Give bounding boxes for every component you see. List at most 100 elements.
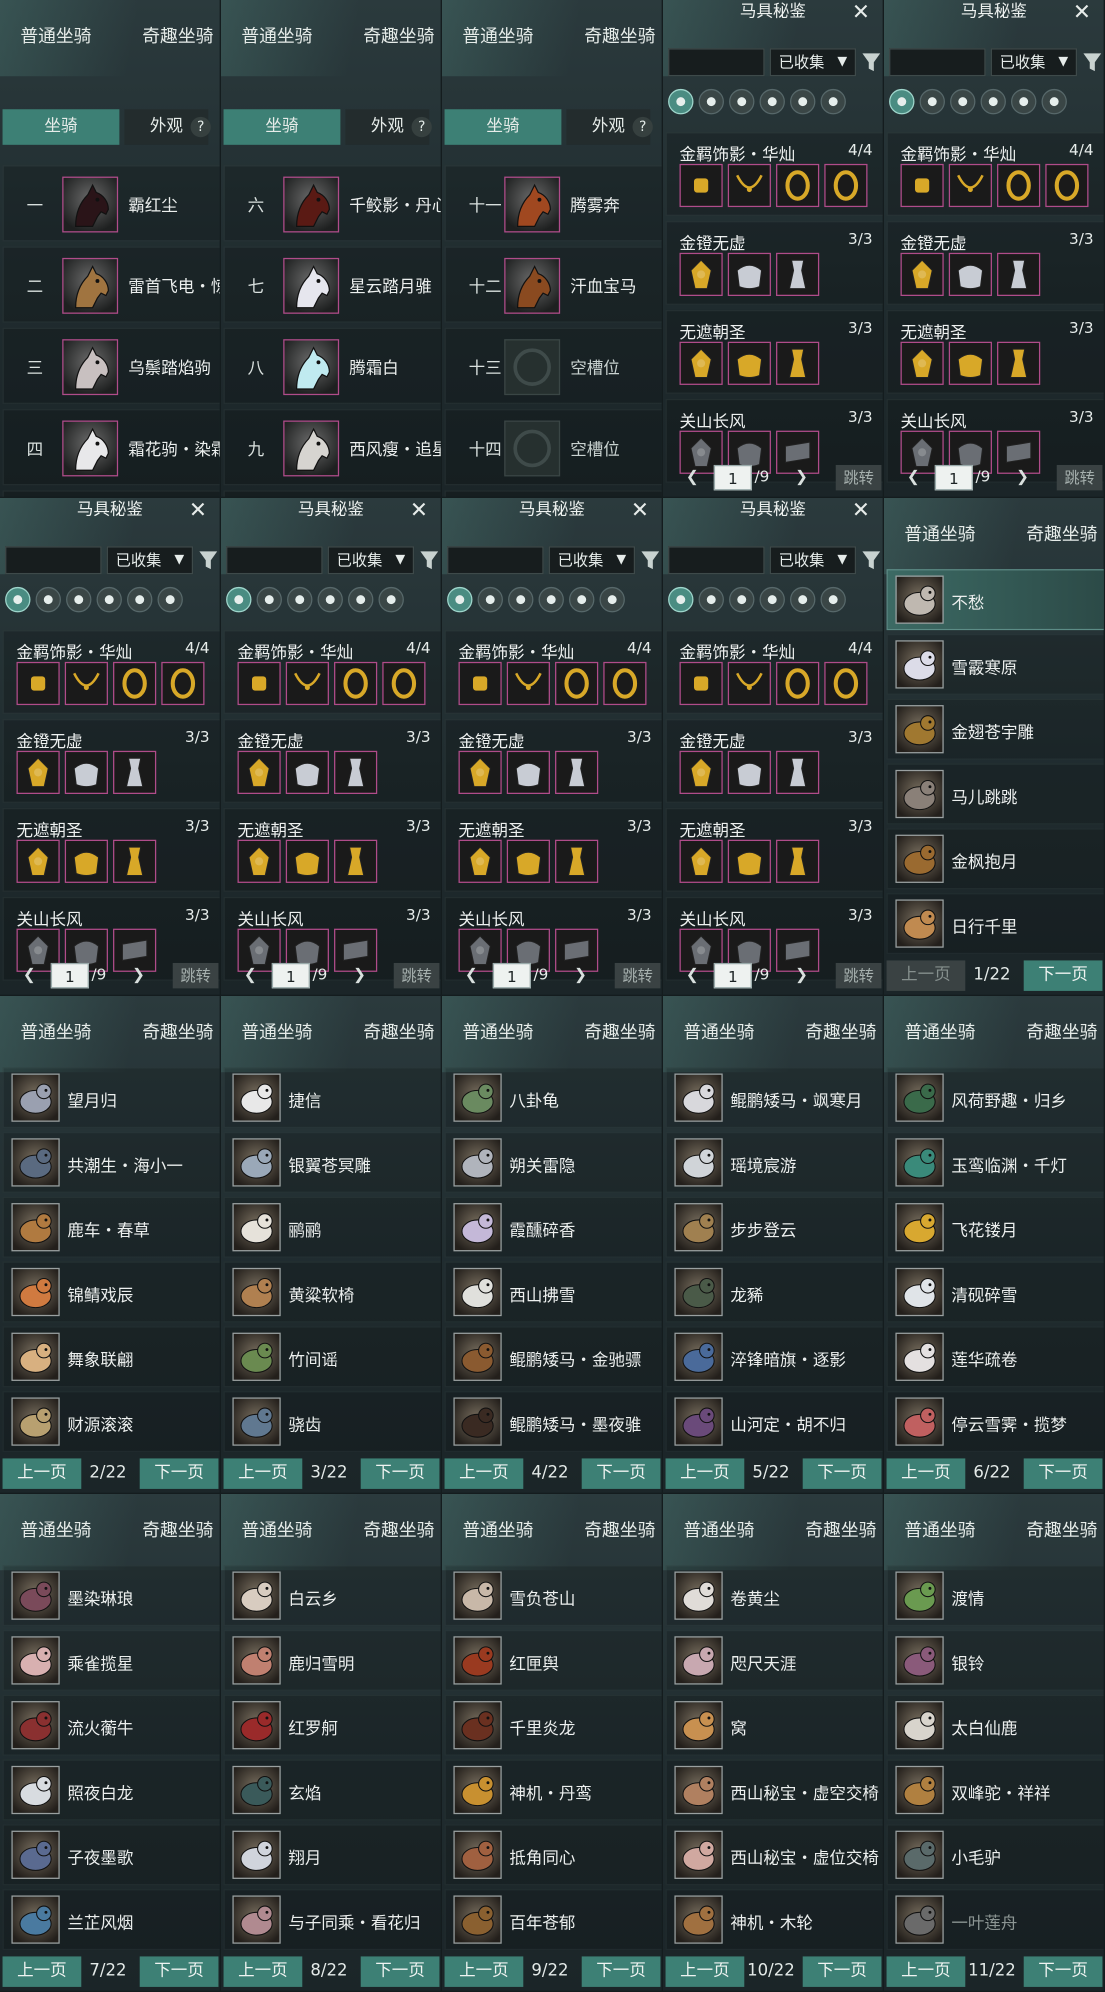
shield-icon[interactable] (820, 88, 846, 115)
jeweled-headpiece-icon[interactable] (237, 750, 281, 795)
grid-icon[interactable] (698, 586, 724, 613)
mount-list-item[interactable]: 神机・丹鸾 (444, 1759, 662, 1821)
close-icon[interactable]: ✕ (852, 0, 870, 25)
tab-normal-mounts[interactable]: 普通坐骑 (904, 1517, 975, 1542)
help-icon[interactable]: ? (632, 116, 653, 138)
white-saddle-icon[interactable] (948, 252, 992, 297)
tab-normal-mounts[interactable]: 普通坐骑 (20, 1517, 91, 1542)
search-input[interactable] (668, 546, 765, 575)
mount-list-item[interactable]: 鲲鹏矮马・飒寒月 (665, 1067, 883, 1129)
gold-saddle-icon[interactable] (506, 839, 550, 883)
gold-saddle-icon[interactable] (285, 839, 329, 883)
mount-list-item[interactable]: 西山拂雪 (444, 1261, 662, 1323)
chevron-left-icon[interactable]: ❮ (686, 966, 699, 984)
gold-necklace-icon[interactable] (506, 661, 550, 706)
gold-hoop-icon[interactable] (161, 661, 205, 706)
mount-slot[interactable]: 二 雷首飞电・惊辰 (2, 246, 220, 323)
mount-list-item[interactable]: 红匣舆 (444, 1629, 662, 1691)
jeweled-headpiece-icon[interactable] (679, 252, 723, 297)
help-icon[interactable]: ? (190, 116, 211, 138)
grid-icon[interactable] (919, 88, 945, 115)
chevron-right-icon[interactable]: ❯ (132, 966, 145, 984)
mount-list-item[interactable]: 咫尺天涯 (665, 1629, 883, 1691)
mount-list-item[interactable]: 兰芷风烟 (2, 1889, 220, 1951)
jump-button[interactable]: 跳转 (835, 962, 882, 989)
filter-funnel-icon[interactable] (1082, 51, 1102, 74)
mount-list-item[interactable]: 莲华疏卷 (886, 1326, 1104, 1388)
close-icon[interactable]: ✕ (410, 498, 428, 523)
page-number-input[interactable]: 1 (492, 962, 531, 989)
next-page-button[interactable]: 下一页 (802, 1956, 882, 1987)
tab-fun-mounts[interactable]: 奇趣坐骑 (142, 1019, 213, 1044)
gold-vase-icon[interactable] (776, 341, 820, 385)
stirrup-icon[interactable] (1011, 88, 1037, 115)
prev-page-button[interactable]: 上一页 (886, 1956, 966, 1987)
chevron-right-icon[interactable]: ❯ (574, 966, 587, 984)
chevron-left-icon[interactable]: ❮ (686, 468, 699, 486)
mount-list-item[interactable]: 财源滚滚 (2, 1391, 220, 1453)
mount-list-item[interactable]: 望月归 (2, 1067, 220, 1129)
mount-slot[interactable]: 八 腾霜白 (223, 327, 441, 404)
chevron-right-icon[interactable]: ❯ (1016, 468, 1029, 486)
tab-normal-mounts[interactable]: 普通坐骑 (241, 23, 312, 48)
mount-list-item[interactable]: 龙豨 (665, 1261, 883, 1323)
gold-saddle-icon[interactable] (64, 839, 108, 883)
mount-list-item[interactable]: 墨染琳琅 (2, 1565, 220, 1627)
mount-slot[interactable]: 十一 腾雾奔 (444, 165, 662, 242)
shield-icon[interactable] (157, 586, 183, 613)
tab-normal-mounts[interactable]: 普通坐骑 (904, 1019, 975, 1044)
mount-list-item[interactable]: 鲲鹏矮马・墨夜骓 (444, 1391, 662, 1453)
next-page-button[interactable]: 下一页 (139, 1458, 219, 1489)
next-page-button[interactable]: 下一页 (802, 1458, 882, 1489)
stirrup-icon[interactable] (569, 586, 595, 613)
white-saddle-icon[interactable] (506, 750, 550, 795)
gold-necklace-icon[interactable] (948, 163, 992, 208)
tab-normal-mounts[interactable]: 普通坐骑 (462, 23, 533, 48)
mount-list-item[interactable]: 卷黄尘 (665, 1565, 883, 1627)
white-saddle-icon[interactable] (727, 750, 771, 795)
help-icon[interactable]: ? (411, 116, 432, 138)
jeweled-headpiece-icon[interactable] (458, 750, 502, 795)
chevron-left-icon[interactable]: ❮ (907, 468, 920, 486)
close-icon[interactable]: ✕ (631, 498, 649, 523)
gold-bit-icon[interactable] (237, 661, 281, 706)
mount-slot[interactable]: 六 千鲛影・丹心 (223, 165, 441, 242)
mount-list-item[interactable]: 黄粱软椅 (223, 1261, 441, 1323)
gold-bit-icon[interactable] (679, 661, 723, 706)
tassel-drape-icon[interactable] (555, 750, 599, 795)
shield-icon[interactable] (599, 586, 625, 613)
filter-funnel-icon[interactable] (861, 549, 881, 572)
prev-page-button[interactable]: 上一页 (886, 1458, 966, 1489)
jeweled-headpiece-icon[interactable] (16, 750, 60, 795)
gold-bit-icon[interactable] (458, 661, 502, 706)
chevron-right-icon[interactable]: ❯ (795, 468, 808, 486)
gold-vase-icon[interactable] (334, 839, 378, 883)
mount-list-item[interactable]: 锦鲭戏辰 (2, 1261, 220, 1323)
mount-list-item[interactable]: 双峰驼・祥祥 (886, 1759, 1104, 1821)
gold-crown-icon[interactable] (900, 341, 944, 385)
next-page-button[interactable]: 下一页 (581, 1956, 661, 1987)
search-input[interactable] (5, 546, 102, 575)
mount-list-item[interactable]: 玄焰 (223, 1759, 441, 1821)
jump-button[interactable]: 跳转 (1056, 464, 1103, 491)
gold-saddle-icon[interactable] (727, 839, 771, 883)
mount-list-item[interactable]: 白云乡 (223, 1565, 441, 1627)
tab-fun-mounts[interactable]: 奇趣坐骑 (363, 1517, 434, 1542)
page-number-input[interactable]: 1 (934, 464, 973, 491)
gold-vase-icon[interactable] (776, 839, 820, 883)
stirrup-icon[interactable] (348, 586, 374, 613)
tab-fun-mounts[interactable]: 奇趣坐骑 (805, 1019, 876, 1044)
prev-page-button[interactable]: 上一页 (223, 1458, 303, 1489)
tab-normal-mounts[interactable]: 普通坐骑 (904, 521, 975, 546)
mount-list-item[interactable]: 鲲鹏矮马・金驰骠 (444, 1326, 662, 1388)
collected-filter-dropdown[interactable]: 已收集 ▼ (327, 546, 415, 575)
saddle-icon[interactable] (759, 586, 785, 613)
list-icon[interactable] (226, 586, 252, 613)
prev-page-button[interactable]: 上一页 (444, 1956, 524, 1987)
mount-list-item[interactable]: 八卦龟 (444, 1067, 662, 1129)
page-number-input[interactable]: 1 (50, 962, 89, 989)
shield-icon[interactable] (820, 586, 846, 613)
tassel-drape-icon[interactable] (334, 750, 378, 795)
mount-slot[interactable]: 七 星云踏月骓 (223, 246, 441, 323)
collected-filter-dropdown[interactable]: 已收集 ▼ (106, 546, 194, 575)
